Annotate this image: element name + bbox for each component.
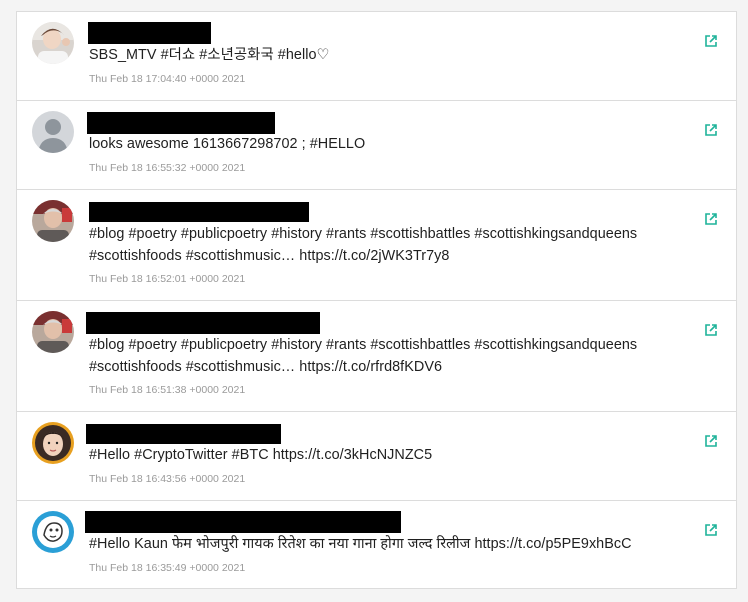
user-avatar[interactable] bbox=[32, 511, 74, 553]
tweet-feed: SBS_MTV #더쇼 #소년공화국 #hello♡ Thu Feb 18 17… bbox=[16, 11, 737, 589]
tweet-timestamp: Thu Feb 18 16:43:56 +0000 2021 bbox=[89, 473, 246, 485]
tweet-timestamp: Thu Feb 18 16:55:32 +0000 2021 bbox=[89, 162, 246, 174]
user-avatar[interactable] bbox=[32, 200, 74, 242]
tweet-text: #Hello Kaun फेम भोजपुरी गायक रितेश का नय… bbox=[89, 536, 632, 552]
tweet-text: #blog #poetry #publicpoetry #history #ra… bbox=[89, 226, 638, 264]
external-link-icon[interactable] bbox=[704, 434, 718, 448]
tweet-card: #blog #poetry #publicpoetry #history #ra… bbox=[17, 301, 736, 412]
tweet-card: SBS_MTV #더쇼 #소년공화국 #hello♡ Thu Feb 18 17… bbox=[17, 12, 736, 101]
external-link-icon[interactable] bbox=[704, 212, 718, 226]
tweet-timestamp: Thu Feb 18 16:52:01 +0000 2021 bbox=[89, 273, 246, 285]
external-link-icon[interactable] bbox=[704, 123, 718, 137]
tweet-text: looks awesome 1613667298702 ; #HELLO bbox=[89, 136, 366, 152]
user-avatar[interactable] bbox=[32, 422, 74, 464]
external-link-icon[interactable] bbox=[704, 323, 718, 337]
username-redaction bbox=[87, 112, 275, 134]
user-avatar[interactable] bbox=[32, 311, 74, 353]
username-redaction bbox=[89, 202, 309, 222]
tweet-card: #Hello Kaun फेम भोजपुरी गायक रितेश का नय… bbox=[17, 501, 736, 590]
username-redaction bbox=[88, 22, 211, 44]
tweet-card: #Hello #CryptoTwitter #BTC https://t.co/… bbox=[17, 412, 736, 501]
external-link-icon[interactable] bbox=[704, 523, 718, 537]
tweet-card: looks awesome 1613667298702 ; #HELLO Thu… bbox=[17, 101, 736, 190]
tweet-text: #Hello #CryptoTwitter #BTC https://t.co/… bbox=[89, 447, 433, 463]
tweet-card: #blog #poetry #publicpoetry #history #ra… bbox=[17, 190, 736, 301]
user-avatar[interactable] bbox=[32, 111, 74, 153]
username-redaction bbox=[85, 511, 401, 533]
external-link-icon[interactable] bbox=[704, 34, 718, 48]
tweet-timestamp: Thu Feb 18 17:04:40 +0000 2021 bbox=[89, 73, 246, 85]
tweet-text: SBS_MTV #더쇼 #소년공화국 #hello♡ bbox=[89, 47, 330, 63]
user-avatar[interactable] bbox=[32, 22, 74, 64]
tweet-text: #blog #poetry #publicpoetry #history #ra… bbox=[89, 337, 638, 375]
tweet-timestamp: Thu Feb 18 16:51:38 +0000 2021 bbox=[89, 384, 246, 396]
username-redaction bbox=[86, 312, 320, 334]
tweet-timestamp: Thu Feb 18 16:35:49 +0000 2021 bbox=[89, 562, 246, 574]
username-redaction bbox=[86, 424, 281, 444]
